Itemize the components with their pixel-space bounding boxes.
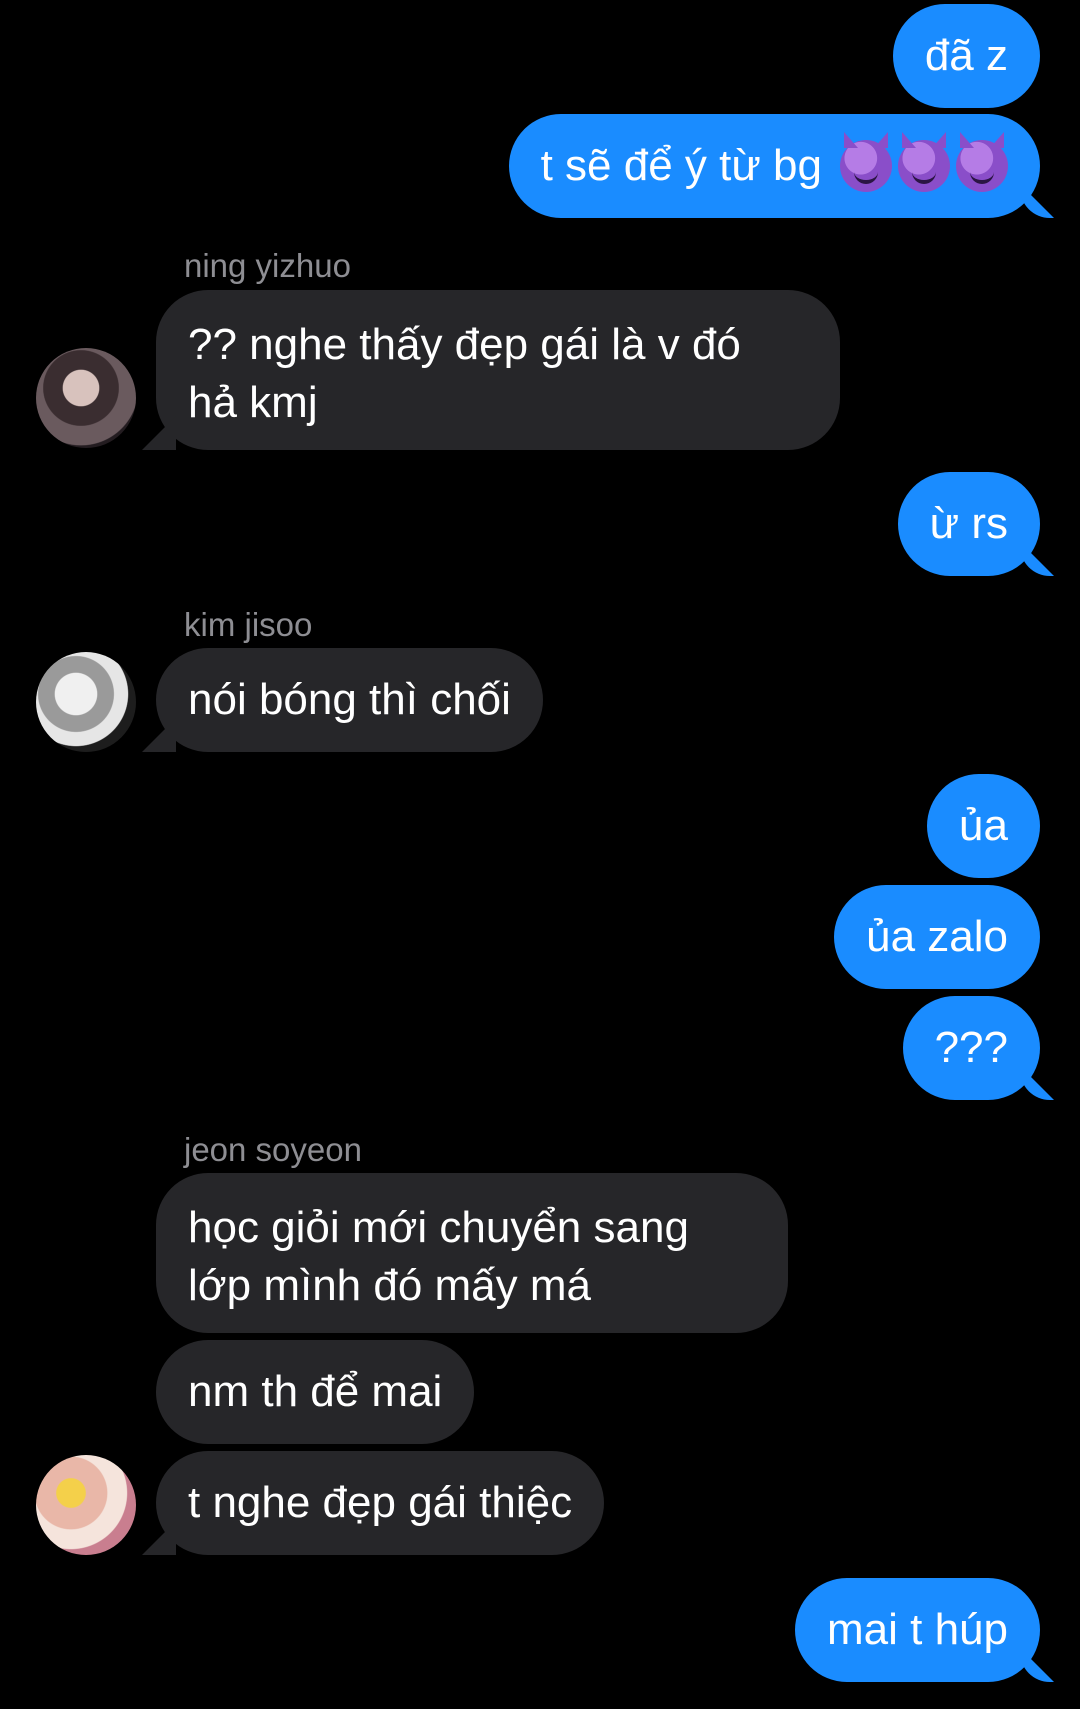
incoming-message-bubble[interactable]: học giỏi mới chuyển sang lớp mình đó mấy… <box>156 1173 788 1333</box>
outgoing-message-bubble[interactable]: mai t húp <box>795 1578 1040 1682</box>
avatar[interactable] <box>36 652 136 752</box>
outgoing-message-bubble[interactable]: t sẽ để ý từ bg <box>508 114 1040 218</box>
incoming-message-bubble[interactable]: ?? nghe thấy đẹp gái là v đó hả kmj <box>156 290 840 450</box>
outgoing-message-bubble[interactable]: ừ rs <box>897 472 1040 576</box>
smiling-devil-emoji-icon <box>898 140 950 192</box>
incoming-message-bubble[interactable]: nm th để mai <box>156 1340 475 1444</box>
message-text-line: hả kmj <box>188 378 318 427</box>
message-text: ủa <box>959 801 1008 850</box>
sender-name: kim jisoo <box>184 606 313 643</box>
sender-name: ning yizhuo <box>184 247 351 284</box>
outgoing-message-bubble[interactable]: ủa zalo <box>834 885 1040 989</box>
message-text: t sẽ để ý từ bg <box>540 141 822 190</box>
message-text-line: lớp mình đó mấy má <box>188 1261 592 1310</box>
incoming-message-bubble[interactable]: nói bóng thì chối <box>156 648 543 752</box>
message-text: nói bóng thì chối <box>188 675 511 724</box>
message-text: mai t húp <box>827 1605 1008 1654</box>
message-text-line: ?? nghe thấy đẹp gái là v đó <box>188 320 741 369</box>
message-thread[interactable]: đã z t sẽ để ý từ bg ning yizhuo ?? nghe… <box>0 0 1080 1709</box>
sender-name: jeon soyeon <box>184 1131 362 1168</box>
outgoing-message-bubble[interactable]: ??? <box>902 996 1040 1100</box>
smiling-devil-emoji-icon <box>956 140 1008 192</box>
message-text: ??? <box>934 1023 1008 1072</box>
message-text: ủa zalo <box>866 912 1008 961</box>
outgoing-message-bubble[interactable]: đã z <box>892 4 1040 108</box>
message-text: nm th để mai <box>188 1367 443 1416</box>
outgoing-message-bubble[interactable]: ủa <box>927 774 1040 878</box>
message-text: đã z <box>924 31 1008 80</box>
message-text: ừ rs <box>929 499 1008 548</box>
smiling-devil-emoji-icon <box>840 140 892 192</box>
avatar[interactable] <box>36 1455 136 1555</box>
message-text-line: học giỏi mới chuyển sang <box>188 1203 689 1252</box>
avatar[interactable] <box>36 348 136 448</box>
incoming-message-bubble[interactable]: t nghe đẹp gái thiệc <box>156 1451 605 1555</box>
message-text: t nghe đẹp gái thiệc <box>188 1478 573 1527</box>
